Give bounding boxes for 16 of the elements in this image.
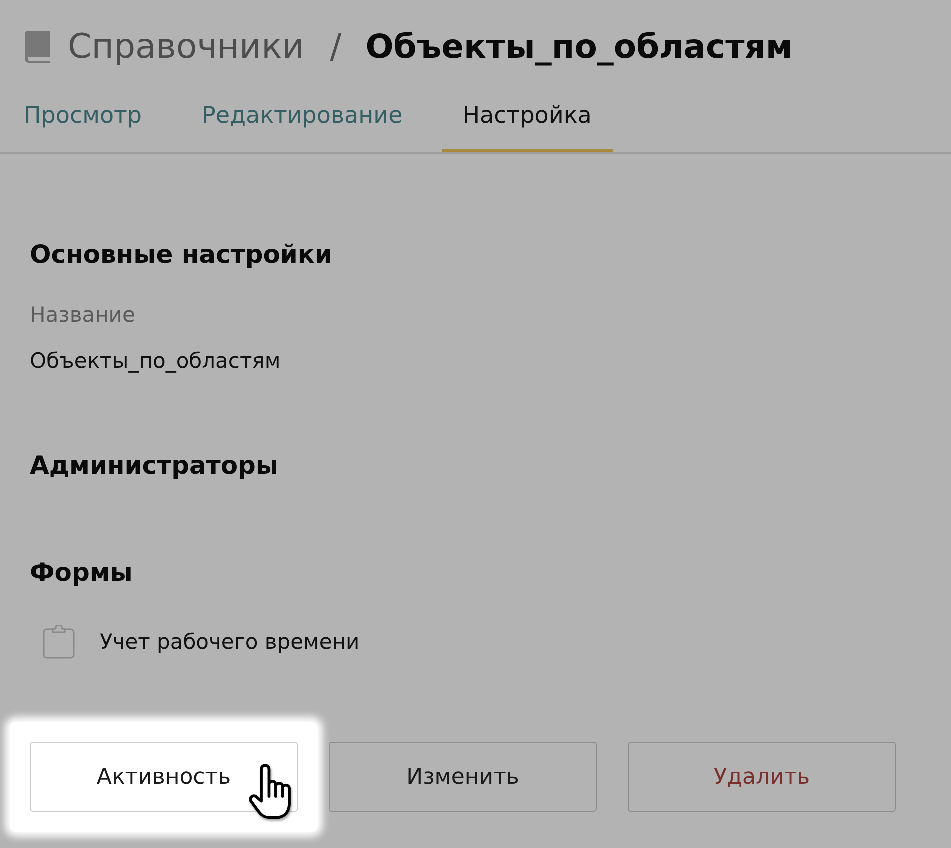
breadcrumb-separator: /: [330, 26, 342, 69]
form-link[interactable]: Учет рабочего времени: [100, 627, 360, 657]
action-button[interactable]: Активность: [30, 742, 298, 812]
field-label: Название: [30, 302, 136, 329]
book-icon: [25, 31, 50, 63]
page-title: Объекты_по_областям: [366, 26, 793, 68]
field-value: Объекты_по_областям: [30, 348, 281, 375]
clipboard-icon: [43, 625, 75, 659]
section-heading: Администраторы: [30, 450, 279, 482]
tab[interactable]: Настройка: [442, 97, 613, 152]
section-heading: Основные настройки: [30, 239, 332, 271]
action-button[interactable]: Изменить: [329, 742, 597, 812]
section-heading: Формы: [30, 557, 133, 589]
breadcrumb-link[interactable]: Справочники: [68, 25, 304, 69]
hand-cursor-icon: [246, 764, 294, 820]
action-button[interactable]: Удалить: [628, 742, 896, 812]
